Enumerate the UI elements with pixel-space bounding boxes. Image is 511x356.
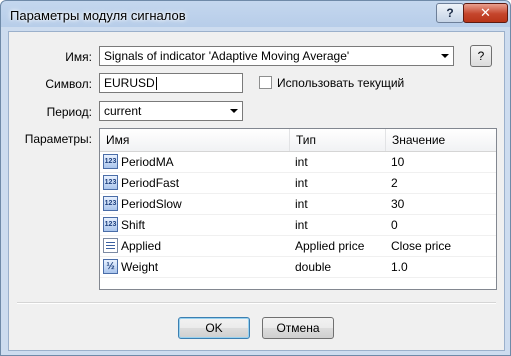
close-button[interactable]: ✕: [463, 3, 508, 23]
title-bar[interactable]: Параметры модуля сигналов ? ✕: [1, 1, 510, 29]
param-name: Applied: [121, 239, 162, 253]
period-label: Период:: [46, 105, 92, 119]
integer-icon: 123: [103, 217, 118, 232]
param-type: int: [295, 176, 308, 190]
param-name: PeriodFast: [121, 176, 180, 190]
signal-name-value: Signals of indicator 'Adaptive Moving Av…: [104, 49, 350, 63]
period-value: current: [104, 104, 142, 118]
enum-list-icon: [103, 238, 118, 253]
param-value[interactable]: 2: [391, 173, 398, 193]
divider: [17, 302, 496, 304]
table-row[interactable]: 123 Shift int 0: [100, 215, 496, 236]
use-current-checkbox[interactable]: [259, 76, 272, 89]
integer-icon: 123: [103, 154, 118, 169]
param-name: PeriodSlow: [121, 197, 182, 211]
table-row[interactable]: 123 PeriodFast int 2: [100, 173, 496, 194]
param-value[interactable]: 10: [391, 152, 404, 172]
fraction-icon: ½: [103, 259, 118, 274]
name-label: Имя:: [65, 50, 92, 64]
param-name: PeriodMA: [121, 155, 174, 169]
param-type: double: [295, 260, 332, 274]
integer-icon: 123: [103, 196, 118, 211]
ok-button[interactable]: OK: [178, 317, 250, 339]
symbol-value: EURUSD: [104, 76, 155, 90]
table-row[interactable]: Applied Applied price Close price: [100, 236, 496, 257]
chevron-down-icon: [230, 109, 238, 113]
param-name: Weight: [121, 260, 159, 274]
param-type: int: [295, 218, 308, 232]
text-caret: [155, 77, 157, 91]
title-help-button[interactable]: ?: [436, 3, 464, 23]
dialog-window: Параметры модуля сигналов ? ✕ Имя: Signa…: [0, 0, 511, 356]
name-help-button[interactable]: ?: [470, 45, 492, 67]
param-name: Shift: [121, 218, 146, 232]
integer-icon: 123: [103, 175, 118, 190]
param-type: int: [295, 197, 308, 211]
cancel-button[interactable]: Отмена: [262, 317, 334, 339]
param-type: Applied price: [295, 239, 365, 253]
param-type: int: [295, 155, 308, 169]
dialog-body: Имя: Signals of indicator 'Adaptive Movi…: [8, 31, 505, 351]
symbol-input[interactable]: EURUSD: [99, 73, 243, 93]
window-title: Параметры модуля сигналов: [10, 8, 186, 23]
param-value[interactable]: 0: [391, 215, 398, 235]
column-header-type[interactable]: Тип: [290, 129, 386, 151]
parameters-label: Параметры:: [24, 132, 92, 146]
column-header-value[interactable]: Значение: [386, 129, 496, 151]
parameters-table[interactable]: Имя Тип Значение 123 PeriodMA int 10 123…: [99, 128, 497, 290]
table-row[interactable]: 123 PeriodSlow int 30: [100, 194, 496, 215]
param-value[interactable]: 1.0: [391, 257, 408, 277]
period-select[interactable]: current: [99, 101, 243, 121]
column-header-name[interactable]: Имя: [100, 129, 290, 151]
param-value[interactable]: 30: [391, 194, 404, 214]
use-current-label[interactable]: Использовать текущий: [277, 76, 404, 90]
table-row[interactable]: ½ Weight double 1.0: [100, 257, 496, 278]
table-row[interactable]: 123 PeriodMA int 10: [100, 152, 496, 173]
symbol-label: Символ:: [45, 77, 92, 91]
param-value[interactable]: Close price: [391, 236, 451, 256]
signal-name-select[interactable]: Signals of indicator 'Adaptive Moving Av…: [99, 46, 454, 66]
table-header: Имя Тип Значение: [100, 129, 496, 152]
chevron-down-icon: [441, 54, 449, 58]
